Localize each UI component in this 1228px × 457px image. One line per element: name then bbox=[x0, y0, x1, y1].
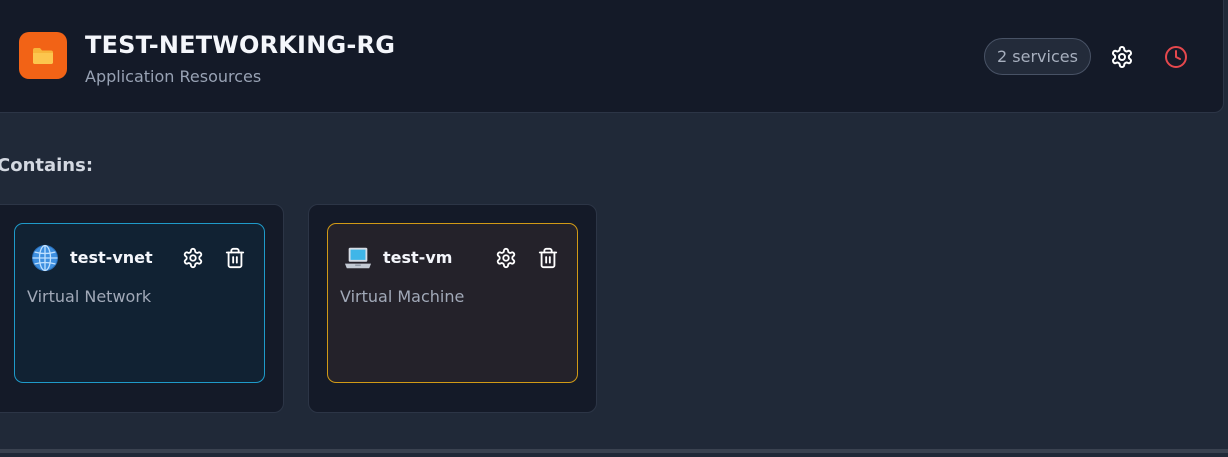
trash-icon bbox=[225, 247, 245, 269]
divider bbox=[0, 449, 1228, 453]
page-title: TEST-NETWORKING-RG bbox=[85, 31, 396, 59]
service-type: Virtual Network bbox=[27, 287, 152, 306]
service-card-test-vnet[interactable]: test-vnet Virtual Network bbox=[14, 223, 265, 383]
service-delete-button[interactable] bbox=[536, 246, 560, 270]
page-subtitle: Application Resources bbox=[85, 67, 262, 86]
settings-button[interactable] bbox=[1109, 44, 1135, 70]
service-settings-button[interactable] bbox=[181, 246, 205, 270]
service-type: Virtual Machine bbox=[340, 287, 465, 306]
gear-icon bbox=[496, 247, 516, 269]
gear-icon bbox=[1112, 46, 1132, 68]
folder-icon bbox=[33, 47, 53, 64]
service-name: test-vnet bbox=[70, 248, 153, 267]
service-name: test-vm bbox=[383, 248, 453, 267]
resource-group-icon bbox=[19, 32, 67, 79]
contains-label: Contains: bbox=[0, 155, 94, 176]
trash-icon bbox=[538, 247, 558, 269]
clock-icon bbox=[1165, 46, 1187, 68]
service-card-test-vm[interactable]: test-vm Virtual Machine bbox=[327, 223, 578, 383]
service-settings-button[interactable] bbox=[494, 246, 518, 270]
service-delete-button[interactable] bbox=[223, 246, 247, 270]
services-count-badge: 2 services bbox=[984, 38, 1091, 75]
globe-icon bbox=[31, 244, 59, 272]
history-button[interactable] bbox=[1163, 44, 1189, 70]
resource-group-page: TEST-NETWORKING-RG Application Resources… bbox=[0, 0, 1228, 457]
laptop-icon bbox=[344, 244, 372, 272]
gear-icon bbox=[183, 247, 203, 269]
